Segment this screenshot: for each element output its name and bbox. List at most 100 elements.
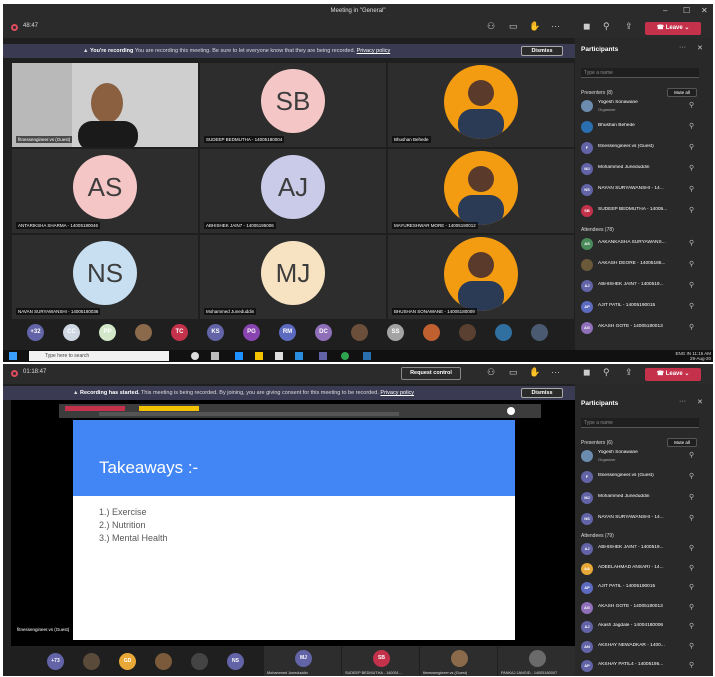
mail-icon[interactable] <box>295 352 303 360</box>
video-tile[interactable]: NS NAVAN SURYAWANSHI - 14005180036 <box>11 234 199 320</box>
participant-row[interactable]: AG AKASH GOTE - 14005180013 ⚲ <box>581 320 709 337</box>
dock-avatar[interactable]: TC <box>171 324 188 341</box>
participant-row[interactable]: NS NAYAN SURYAWANSHI - 14... ⚲ <box>581 511 709 528</box>
participant-search-input[interactable]: Type a name <box>581 68 699 78</box>
app-icon[interactable] <box>363 352 371 360</box>
store-icon[interactable] <box>275 352 283 360</box>
dock-video-tile[interactable]: SB SUDEEP BEDMUTHA - 140051... <box>341 646 419 676</box>
mute-all-button[interactable]: Mute all <box>667 88 697 97</box>
leave-button[interactable]: ☎ Leave ⌄ <box>645 22 701 35</box>
dismiss-button[interactable]: Dismiss <box>521 46 563 56</box>
more-actions-icon[interactable]: ··· <box>551 367 560 377</box>
mic-muted-icon: ⚲ <box>689 324 695 331</box>
maximize-icon[interactable]: ☐ <box>683 4 690 18</box>
minimize-icon[interactable]: – <box>663 4 667 18</box>
file-explorer-icon[interactable] <box>255 352 263 360</box>
dock-avatar[interactable]: CC <box>63 324 80 341</box>
dock-avatar[interactable]: GD <box>119 653 136 670</box>
participant-row[interactable]: AP AKSHAY PATIL4 - 14005195... ⚲ <box>581 658 709 675</box>
participant-row[interactable]: AP AJIT PATIL - 14005190015 ⚲ <box>581 299 709 316</box>
participant-row[interactable]: AS AAKANKASHA SURYAWANS... ⚲ <box>581 236 709 253</box>
chat-icon[interactable]: ▭ <box>509 367 518 378</box>
more-actions-icon[interactable]: ··· <box>551 21 560 31</box>
video-tile[interactable]: SB SUDEEP BEDMUTHA - 14005180004 <box>199 62 387 148</box>
share-icon[interactable]: ⇪ <box>625 21 633 32</box>
participant-row[interactable]: AAKASH DEORE - 14005185... ⚲ <box>581 257 709 274</box>
video-tile[interactable]: MJ Mohammed Juneduddin <box>199 234 387 320</box>
video-tile[interactable]: AS ANTARIKSHA SHARMA - 14005180046 <box>11 148 199 234</box>
windows-start-icon[interactable] <box>9 352 17 360</box>
video-tile[interactable]: MAYURESHWAR MORE - 14005190012 <box>387 148 575 234</box>
dock-avatar[interactable]: SS <box>387 324 404 341</box>
dismiss-button[interactable]: Dismiss <box>521 388 563 398</box>
leave-button[interactable]: ☎ Leave ⌄ <box>645 368 701 381</box>
dock-avatar[interactable] <box>495 324 512 341</box>
raise-hand-icon[interactable]: ✋ <box>529 21 540 32</box>
dock-avatar[interactable]: RM <box>279 324 296 341</box>
dock-video-tile[interactable]: fitnessengineer.vs (Guest) <box>419 646 497 676</box>
mic-icon[interactable]: ⚲ <box>603 21 610 32</box>
participant-row[interactable]: MJ Mohammed Juneduddin ⚲ <box>581 161 709 178</box>
dock-avatar[interactable] <box>351 324 368 341</box>
participant-row[interactable]: AA ADEELAHMAD ANSARI - 14... ⚲ <box>581 561 709 578</box>
participant-row[interactable]: Ffitnessengineer.vs (Guest) ⚲ <box>581 469 709 486</box>
edge-icon[interactable] <box>235 352 243 360</box>
dock-avatar[interactable]: KS <box>207 324 224 341</box>
privacy-policy-link[interactable]: Privacy policy <box>380 390 414 396</box>
participant-row[interactable]: MJ Mohammed Juneduddin ⚲ <box>581 490 709 507</box>
participant-row[interactable]: NS NAYAN SURYAWANSHI - 14... ⚲ <box>581 182 709 199</box>
video-tile[interactable]: fitnessengineer.vs (Guest) <box>11 62 199 148</box>
panel-more-icon[interactable]: ··· <box>679 44 686 51</box>
people-icon[interactable]: ⚇ <box>487 21 495 32</box>
participant-row[interactable]: AJ Akash Jagdale - 14004180006 ⚲ <box>581 619 709 636</box>
participant-row[interactable]: AJ ABHISHEK JAIN7 - 1400519... ⚲ <box>581 278 709 295</box>
share-icon[interactable]: ⇪ <box>625 367 633 378</box>
task-view-icon[interactable] <box>211 352 219 360</box>
panel-close-icon[interactable]: ✕ <box>697 44 703 52</box>
dock-avatar[interactable]: NS <box>227 653 244 670</box>
dock-avatar[interactable]: DC <box>315 324 332 341</box>
dock-avatar[interactable] <box>83 653 100 670</box>
dock-avatar[interactable]: +73 <box>47 653 64 670</box>
dock-avatar[interactable]: PG <box>243 324 260 341</box>
participant-row[interactable]: AJ ABHISHEK JAIN7 - 1400519... ⚲ <box>581 541 709 558</box>
dock-avatar[interactable]: PP <box>99 324 116 341</box>
raise-hand-icon[interactable]: ✋ <box>529 367 540 378</box>
mute-all-button[interactable]: Mute all <box>667 438 697 447</box>
request-control-button[interactable]: Request control <box>401 367 461 380</box>
participant-row[interactable]: Bhushan Behede ⚲ <box>581 119 709 136</box>
close-icon[interactable]: ✕ <box>701 4 708 18</box>
participant-row[interactable]: SB SUDEEP BEDMUTHA - 14005... ⚲ <box>581 203 709 220</box>
dock-video-tile[interactable]: MJ Mohammed Juneduddin <box>263 646 341 676</box>
dock-avatar[interactable]: +32 <box>27 324 44 341</box>
dock-avatar[interactable] <box>423 324 440 341</box>
cortana-icon[interactable] <box>191 352 199 360</box>
dock-avatar[interactable] <box>191 653 208 670</box>
video-tile[interactable]: BHUSHAN SONAWANE - 14005180009 <box>387 234 575 320</box>
participant-row[interactable]: Ffitnessengineer.vs (Guest) ⚲ <box>581 140 709 157</box>
dock-avatar[interactable] <box>135 324 152 341</box>
taskbar-search[interactable]: Type here to search <box>29 351 169 361</box>
dock-avatar[interactable] <box>531 324 548 341</box>
dock-video-tile[interactable]: PANKAJ JANGID - 14005180007 <box>497 646 575 676</box>
camera-icon[interactable]: ◼ <box>583 21 590 32</box>
mic-icon[interactable]: ⚲ <box>603 367 610 378</box>
dock-avatar[interactable] <box>155 653 172 670</box>
privacy-policy-link[interactable]: Privacy policy <box>357 48 391 54</box>
dock-avatar[interactable] <box>459 324 476 341</box>
participant-row[interactable]: Yogesh Sonawane Organizer ⚲ <box>581 98 709 115</box>
camera-icon[interactable]: ◼ <box>583 367 590 378</box>
participant-row[interactable]: AP AJIT PATIL - 14005190015 ⚲ <box>581 580 709 597</box>
video-tile[interactable]: Bhushan Behede <box>387 62 575 148</box>
participant-row[interactable]: AG AKASH GOTE - 14005180013 ⚲ <box>581 600 709 617</box>
participant-search-input[interactable]: Type a name <box>581 418 699 428</box>
panel-close-icon[interactable]: ✕ <box>697 398 703 406</box>
teams-icon[interactable] <box>319 352 327 360</box>
chat-icon[interactable]: ▭ <box>509 21 518 32</box>
video-tile[interactable]: AJ ABHISHEK JAIN7 - 14005195006 <box>199 148 387 234</box>
panel-more-icon[interactable]: ··· <box>679 398 686 405</box>
participant-row[interactable]: AN AKSHAY NEWADKAR - 1400... ⚲ <box>581 639 709 656</box>
participant-row[interactable]: Yogesh Sonawane Organizer ⚲ <box>581 448 709 465</box>
people-icon[interactable]: ⚇ <box>487 367 495 378</box>
chrome-icon[interactable] <box>341 352 349 360</box>
